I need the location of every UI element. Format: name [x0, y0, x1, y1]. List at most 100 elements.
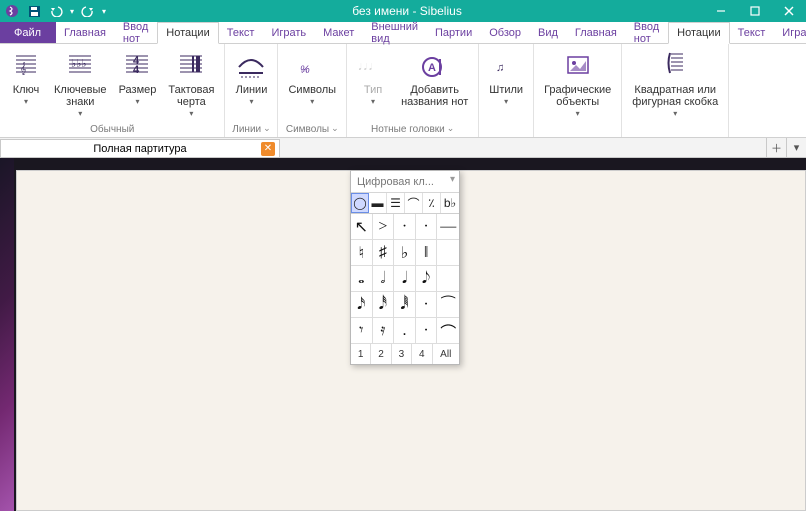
add-tab-button[interactable]: ＋	[766, 138, 786, 157]
notetype-icon: 𝅘𝅥 𝅘𝅥 𝅘𝅥	[357, 49, 389, 81]
keypad-cell-18[interactable]: ·	[416, 292, 438, 318]
keypad-tab-2[interactable]: ☰	[387, 193, 405, 213]
redo-dropdown-icon[interactable]: ▾	[102, 7, 106, 16]
keypad-layer-All[interactable]: All	[433, 344, 459, 364]
tab-0[interactable]: Главная	[56, 22, 115, 43]
ribbon-btn-clef[interactable]: 𝄞Ключ▾	[4, 47, 48, 108]
tab-6[interactable]: Внешний вид	[363, 22, 427, 43]
ribbon-btn-beams[interactable]: ♫Штили▾	[483, 47, 529, 108]
ribbon-group-5: Графические объекты▾	[534, 44, 622, 137]
document-tabs: Полная партитура ✕ ＋ ▾	[0, 138, 806, 158]
keypad-cell-10[interactable]: 𝅝	[351, 266, 373, 292]
keypad-cell-11[interactable]: 𝅗𝅥	[373, 266, 395, 292]
ribbon-btn-graphics[interactable]: Графические объекты▾	[538, 47, 617, 120]
keypad-layer-3[interactable]: 3	[392, 344, 412, 364]
ribbon-group-2: 𝄐%Символы▾Символы	[278, 44, 347, 137]
ribbon-btn-size[interactable]: 44Размер▾	[113, 47, 163, 108]
tab-Ввод нот[interactable]: Ввод нот	[626, 22, 668, 43]
keypad-tab-3[interactable]: ⌒	[405, 193, 423, 213]
keypad-pin-icon[interactable]: ▾	[450, 174, 455, 185]
tab-9[interactable]: Вид	[530, 22, 567, 43]
keypad-tab-4[interactable]: ٪	[423, 193, 441, 213]
close-button[interactable]	[772, 0, 806, 22]
barline-icon	[175, 49, 207, 81]
document-tab[interactable]: Полная партитура ✕	[0, 139, 280, 157]
keypad-cell-12[interactable]: 𝅘𝅥	[394, 266, 416, 292]
tab-Текст[interactable]: Текст	[730, 22, 775, 43]
keypad-cell-19[interactable]: ⁀	[437, 292, 459, 318]
document-tab-label: Полная партитура	[93, 143, 186, 155]
save-icon[interactable]	[26, 3, 42, 19]
ribbon-btn-keysig[interactable]: ♭♭♭Ключевые знаки▾	[48, 47, 113, 120]
beams-icon: ♫	[490, 49, 522, 81]
app-icon	[4, 3, 20, 19]
keypad-cell-7[interactable]: ♭	[394, 240, 416, 266]
ribbon-btn-notetype[interactable]: 𝅘𝅥 𝅘𝅥 𝅘𝅥Тип▾	[351, 47, 395, 108]
clef-icon: 𝄞	[10, 49, 42, 81]
group-caption[interactable]: Линии	[229, 123, 273, 137]
keypad-cell-8[interactable]: ‖	[416, 240, 438, 266]
ribbon-btn-addnames[interactable]: AДобавить названия нот	[395, 47, 474, 110]
graphics-icon	[562, 49, 594, 81]
tab-menu-button[interactable]: ▾	[786, 138, 806, 157]
tab-5[interactable]: Макет	[315, 22, 363, 43]
keypad-panel[interactable]: Цифровая кл... ▾ ◯▬☰⌒٪b♭ ↖>··―♮♯♭‖𝅝𝅗𝅥𝅘𝅥𝅘…	[350, 170, 460, 365]
keypad-cell-21[interactable]: 𝄿	[373, 318, 395, 344]
keypad-cell-5[interactable]: ♮	[351, 240, 373, 266]
ribbon-btn-lines[interactable]: Линии▾	[229, 47, 273, 108]
tab-file[interactable]: Файл	[0, 22, 56, 43]
undo-dropdown-icon[interactable]: ▾	[70, 7, 74, 16]
tab-4[interactable]: Играть	[263, 22, 315, 43]
svg-text:♭♭♭: ♭♭♭	[71, 58, 87, 70]
keypad-cell-1[interactable]: >	[373, 214, 395, 240]
svg-text:𝄞: 𝄞	[20, 62, 27, 75]
keypad-cell-24[interactable]: ⌒	[437, 318, 459, 344]
redo-icon[interactable]	[80, 3, 96, 19]
keypad-cell-4[interactable]: ―	[437, 214, 459, 240]
document-tab-close-icon[interactable]: ✕	[261, 142, 275, 156]
svg-text:A: A	[428, 62, 436, 74]
keypad-cell-23[interactable]: ·	[416, 318, 438, 344]
tab-2[interactable]: Нотации	[157, 22, 218, 44]
keypad-cell-15[interactable]: 𝅘𝅥𝅯	[351, 292, 373, 318]
keypad-tab-0[interactable]: ◯	[351, 193, 369, 213]
tab-Играть[interactable]: Играть	[774, 22, 806, 43]
keypad-tab-5[interactable]: b♭	[441, 193, 459, 213]
svg-text:𝅘𝅥 𝅘𝅥 𝅘𝅥: 𝅘𝅥 𝅘𝅥 𝅘𝅥	[359, 62, 373, 72]
keypad-cell-0[interactable]: ↖	[351, 214, 373, 240]
ribbon-btn-label: Символы	[288, 84, 336, 96]
tab-8[interactable]: Обзор	[481, 22, 530, 43]
keypad-cell-22[interactable]: .	[394, 318, 416, 344]
keypad-cell-14[interactable]	[437, 266, 459, 292]
keypad-layer-1[interactable]: 1	[351, 344, 371, 364]
keypad-layer-2[interactable]: 2	[371, 344, 391, 364]
keypad-cell-16[interactable]: 𝅘𝅥𝅰	[373, 292, 395, 318]
ribbon-group-1: Линии▾ Линии	[225, 44, 278, 137]
minimize-button[interactable]	[704, 0, 738, 22]
tab-7[interactable]: Партии	[427, 22, 481, 43]
ribbon-tabstrip: Файл ГлавнаяВвод нотНотацииТекстИгратьМа…	[0, 22, 806, 44]
tab-3[interactable]: Текст	[219, 22, 264, 43]
keypad-cell-17[interactable]: 𝅘𝅥𝅱	[394, 292, 416, 318]
keypad-layer-4[interactable]: 4	[412, 344, 432, 364]
group-caption[interactable]: Символы	[282, 123, 342, 137]
keypad-cell-9[interactable]	[437, 240, 459, 266]
group-caption[interactable]: Нотные головки	[351, 123, 474, 137]
undo-icon[interactable]	[48, 3, 64, 19]
keypad-cell-3[interactable]: ·	[416, 214, 438, 240]
keypad-cell-2[interactable]: ·	[394, 214, 416, 240]
keypad-cell-6[interactable]: ♯	[373, 240, 395, 266]
keypad-cell-13[interactable]: 𝅘𝅥𝅮	[416, 266, 438, 292]
maximize-button[interactable]	[738, 0, 772, 22]
ribbon-btn-symbols[interactable]: 𝄐%Символы▾	[282, 47, 342, 108]
ribbon-btn-barline[interactable]: Тактовая черта▾	[162, 47, 220, 120]
tab-1[interactable]: Ввод нот	[115, 22, 157, 43]
ribbon-btn-label: Графические объекты	[544, 84, 611, 108]
tab-Нотации[interactable]: Нотации	[668, 22, 729, 44]
keypad-title: Цифровая кл...	[357, 176, 434, 188]
ribbon-btn-bracket[interactable]: Квадратная или фигурная скобка▾	[626, 47, 724, 120]
ribbon-btn-label: Квадратная или фигурная скобка	[632, 84, 718, 108]
tab-Главная[interactable]: Главная	[567, 22, 626, 43]
keypad-cell-20[interactable]: 𝄾	[351, 318, 373, 344]
keypad-tab-1[interactable]: ▬	[369, 193, 387, 213]
